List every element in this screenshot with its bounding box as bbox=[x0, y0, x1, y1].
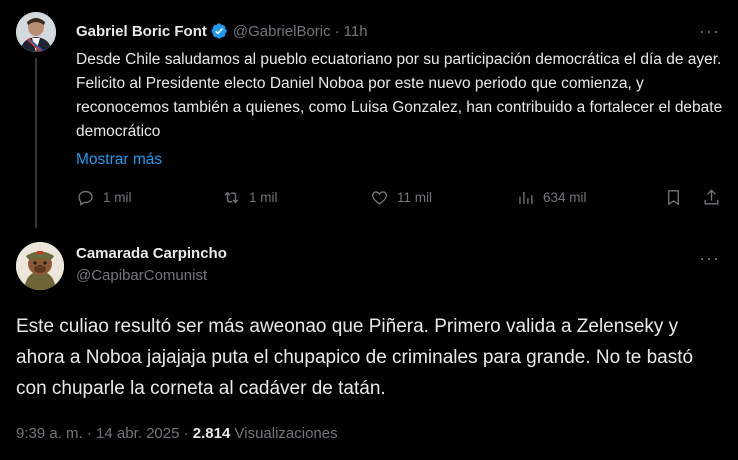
reply-text: Este culiao resultó ser más aweonao que … bbox=[16, 316, 694, 399]
more-icon[interactable]: ··· bbox=[699, 22, 720, 40]
reply-more-icon[interactable]: ··· bbox=[699, 248, 720, 269]
separator: · bbox=[334, 22, 340, 40]
bookmark-icon bbox=[668, 190, 679, 206]
reply-views-count: 2.814 bbox=[192, 425, 231, 442]
reply-count: 1 mil bbox=[103, 190, 132, 205]
thread-line bbox=[35, 58, 37, 228]
show-more-link[interactable]: Mostrar más bbox=[76, 148, 162, 172]
reply-icon bbox=[78, 190, 93, 206]
reply-meta: 9:39 a. m. · 14 abr. 2025 · 2.814 Visual… bbox=[16, 425, 338, 442]
view-count: 634 mil bbox=[543, 190, 587, 205]
repost-button[interactable]: 1 mil bbox=[222, 188, 278, 207]
reply-button[interactable]: 1 mil bbox=[76, 188, 132, 207]
share-button[interactable] bbox=[702, 188, 721, 207]
verified-badge-icon bbox=[210, 22, 228, 40]
like-count: 11 mil bbox=[397, 190, 433, 205]
tweet-header: Gabriel Boric Font @GabrielBoric · 11h bbox=[76, 22, 368, 40]
views-button[interactable]: 634 mil bbox=[516, 188, 587, 207]
tweet-time[interactable]: 11h bbox=[344, 23, 368, 40]
original-tweet[interactable]: Gabriel Boric Font @GabrielBoric · 11h ·… bbox=[0, 0, 738, 228]
reply-author-handle[interactable]: @CapibarComunist bbox=[76, 265, 227, 287]
like-icon bbox=[372, 191, 387, 205]
author-name[interactable]: Gabriel Boric Font bbox=[76, 23, 207, 40]
author-avatar[interactable] bbox=[16, 12, 56, 52]
reply-author-name[interactable]: Camarada Carpincho bbox=[76, 243, 227, 265]
tweet-text: Desde Chile saludamos al pueblo ecuatori… bbox=[76, 51, 723, 140]
reply-author-avatar[interactable] bbox=[16, 242, 64, 290]
views-icon bbox=[519, 191, 533, 204]
reply-header: Camarada Carpincho @CapibarComunist bbox=[76, 243, 227, 287]
reply-views-label: Visualizaciones bbox=[234, 425, 338, 442]
tweet-actions: 1 mil 1 mil 11 mil 634 mil bbox=[76, 188, 726, 214]
repost-count: 1 mil bbox=[249, 190, 278, 205]
share-icon bbox=[704, 189, 719, 205]
repost-icon bbox=[224, 191, 239, 204]
author-handle[interactable]: @GabrielBoric bbox=[233, 23, 331, 40]
like-button[interactable]: 11 mil bbox=[370, 188, 432, 207]
bookmark-button[interactable] bbox=[664, 188, 683, 207]
reply-timestamp[interactable]: 9:39 a. m. · 14 abr. 2025 · bbox=[16, 425, 193, 442]
